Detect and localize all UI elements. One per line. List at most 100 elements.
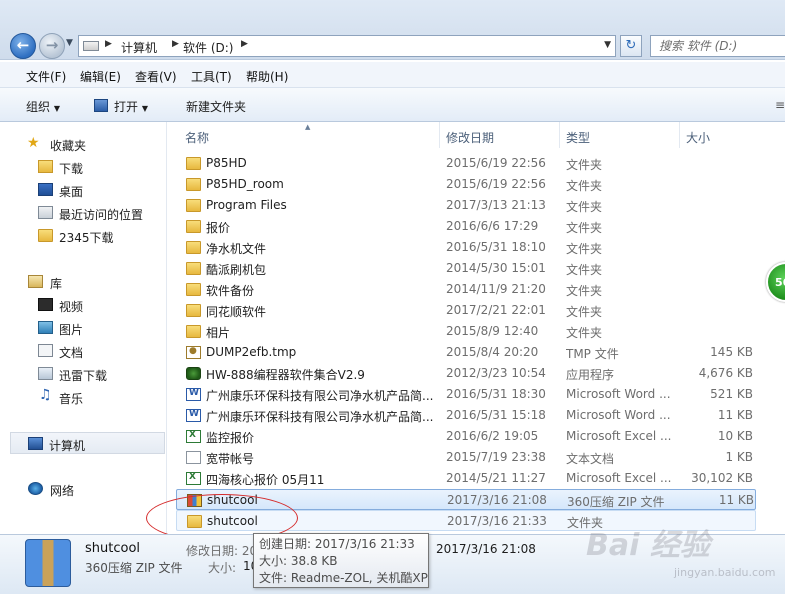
file-name: 监控报价 [206,431,255,445]
back-button[interactable]: ← [10,33,36,59]
file-type: 文件夹 [566,326,603,340]
sidebar-item-computer[interactable]: 计算机 [10,432,165,454]
sidebar-item-desktop[interactable]: 桌面 [0,179,167,201]
column-header-type[interactable]: 类型 [560,122,680,148]
file-row[interactable]: 软件备份 2014/11/9 21:20 文件夹 [176,279,756,300]
search-input[interactable] [651,36,785,56]
organize-button[interactable]: 组织 ▼ [26,98,60,115]
file-row[interactable]: P85HD_room 2015/6/19 22:56 文件夹 [176,174,756,195]
forward-arrow-icon: → [45,36,59,54]
menu-file[interactable]: 文件(F) [26,68,66,85]
sidebar-item-libraries[interactable]: 库 [0,271,167,293]
folder-icon [186,304,201,317]
breadcrumb-separator-icon[interactable]: ▶ [241,39,248,49]
file-date: 2017/2/21 22:01 [446,303,546,317]
breadcrumb-separator-icon[interactable]: ▶ [172,39,179,49]
file-type: 文件夹 [566,179,603,193]
menu-tools[interactable]: 工具(T) [191,68,232,85]
badge-number: 56 [775,276,785,289]
refresh-button[interactable]: ↻ [620,35,642,57]
column-header-date[interactable]: 修改日期 [440,122,560,148]
address-dropdown-icon[interactable]: ▼ [604,40,611,50]
breadcrumb-computer[interactable]: 计算机 [121,39,157,56]
file-tooltip: 创建日期: 2017/3/16 21:33 大小: 38.8 KB 文件: Re… [253,533,429,588]
file-name: P85HD_room [206,177,284,191]
file-name: 宽带帐号 [206,452,255,466]
sidebar-item-thunder-downloads[interactable]: 迅雷下载 [0,363,167,385]
sidebar-item-documents[interactable]: 文档 [0,340,167,362]
word-doc-icon: W [186,388,201,401]
file-row[interactable]: Program Files 2017/3/13 21:13 文件夹 [176,195,756,216]
column-header-name[interactable]: 名称 ▲ [168,122,440,148]
file-row[interactable]: HW-888编程器软件集合V2.9 2012/3/23 10:54 应用程序 4… [176,363,756,384]
breadcrumb-drive[interactable]: 软件 (D:) [183,39,233,56]
menu-view[interactable]: 查看(V) [135,68,177,85]
sidebar-item-recent-places[interactable]: 最近访问的位置 [0,202,167,224]
file-row[interactable]: X 四海核心报价 05月11 2014/5/21 11:27 Microsoft… [176,468,756,489]
sidebar-item-pictures[interactable]: 图片 [0,317,167,339]
desktop-icon [38,183,53,196]
file-date: 2014/5/21 11:27 [446,471,546,485]
view-options-icon[interactable]: ≡ [775,98,785,112]
sidebar-item-label: 2345下载 [59,231,114,245]
sidebar-item-label: 桌面 [59,185,84,199]
search-box[interactable] [650,35,785,57]
sidebar-item-label: 视频 [59,300,84,314]
file-name: DUMP2efb.tmp [206,345,297,359]
file-size: 11 KB [718,493,754,507]
file-row[interactable]: 净水机文件 2016/5/31 18:10 文件夹 [176,237,756,258]
file-row[interactable]: 同花顺软件 2017/2/21 22:01 文件夹 [176,300,756,321]
sidebar-item-music[interactable]: ♫ 音乐 [0,386,167,408]
column-header-size[interactable]: 大小 [680,122,785,148]
network-icon [28,482,43,495]
file-size: 521 KB [710,387,753,401]
sidebar-item-favorites[interactable]: ★ 收藏夹 [0,133,167,155]
file-name: 同花顺软件 [206,305,267,319]
file-row[interactable]: X 监控报价 2016/6/2 19:05 Microsoft Excel ..… [176,426,756,447]
file-date: 2016/5/31 18:10 [446,240,546,254]
file-row[interactable]: 报价 2016/6/6 17:29 文件夹 [176,216,756,237]
text-file-icon [186,451,201,464]
file-date: 2015/7/19 23:38 [446,450,546,464]
file-row[interactable]: ● DUMP2efb.tmp 2015/8/4 20:20 TMP 文件 145… [176,342,756,363]
sort-ascending-icon: ▲ [305,123,311,131]
new-folder-button[interactable]: 新建文件夹 [186,98,246,115]
file-size: 30,102 KB [691,471,753,485]
sidebar-item-network[interactable]: 网络 [0,478,167,500]
excel-doc-icon: X [186,430,201,443]
file-date: 2015/6/19 22:56 [446,156,546,170]
chevron-down-icon: ▼ [141,104,148,113]
address-bar[interactable]: ▶ 计算机 ▶ 软件 (D:) ▶ ▼ [78,35,616,57]
sidebar-item-label: 最近访问的位置 [59,208,144,222]
file-name: 广州康乐环保科技有限公司净水机产品简... [206,389,434,403]
file-size: 1 KB [725,450,753,464]
recent-pages-dropdown-icon[interactable]: ▼ [66,38,73,48]
file-row[interactable]: 相片 2015/8/9 12:40 文件夹 [176,321,756,342]
open-button[interactable]: 打开 ▼ [114,98,148,115]
sidebar-item-2345-downloads[interactable]: 2345下载 [0,225,167,247]
file-row[interactable]: W 广州康乐环保科技有限公司净水机产品简... 2016/5/31 18:30 … [176,384,756,405]
file-row[interactable]: P85HD 2015/6/19 22:56 文件夹 [176,153,756,174]
file-row[interactable]: W 广州康乐环保科技有限公司净水机产品简... 2016/5/31 15:18 … [176,405,756,426]
lock-file-icon: ● [186,346,201,359]
file-list: 名称 ▲ 修改日期 类型 大小 P85HD 2015/6/19 22:56 文件… [168,122,785,534]
menu-help[interactable]: 帮助(H) [246,68,288,85]
sidebar-item-videos[interactable]: 视频 [0,294,167,316]
sidebar-item-label: 文档 [59,346,84,360]
back-arrow-icon: ← [16,36,30,54]
menu-edit[interactable]: 编辑(E) [80,68,121,85]
drive-icon [83,41,99,51]
breadcrumb-separator-icon[interactable]: ▶ [105,39,112,49]
file-type: TMP 文件 [566,347,619,361]
download-folder-icon [38,160,53,173]
document-icon [38,344,53,357]
excel-doc-icon: X [186,472,201,485]
sidebar-item-downloads[interactable]: 下载 [0,156,167,178]
forward-button[interactable]: → [39,33,65,59]
file-type: Microsoft Word ... [566,387,671,401]
file-name: 广州康乐环保科技有限公司净水机产品简... [206,410,434,424]
thunder-download-icon [38,367,53,380]
file-row[interactable]: 宽带帐号 2015/7/19 23:38 文本文档 1 KB [176,447,756,468]
file-row[interactable]: 酷派刷机包 2014/5/30 15:01 文件夹 [176,258,756,279]
file-type: Microsoft Word ... [566,408,671,422]
